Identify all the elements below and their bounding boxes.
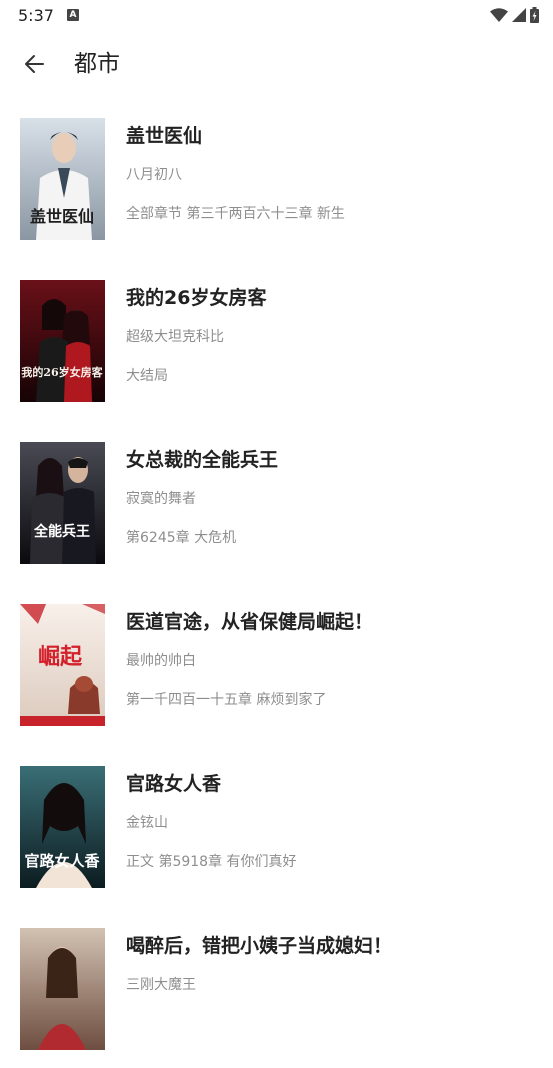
- status-bar: 5:37 A: [0, 0, 553, 32]
- book-author: 寂寞的舞者: [126, 491, 196, 507]
- book-title: 医道官途，从省保健局崛起！: [126, 611, 374, 633]
- book-cover-title: 我的26岁女房客: [21, 365, 103, 379]
- book-list-item[interactable]: 盖世医仙 盖世医仙 八月初八 全部章节 第三千两百六十三章 新生: [0, 96, 553, 258]
- book-list: 盖世医仙 盖世医仙 八月初八 全部章节 第三千两百六十三章 新生 我的26岁女房…: [0, 96, 553, 1068]
- book-cover-title: 崛起: [38, 645, 83, 670]
- book-title: 官路女人香: [126, 773, 222, 795]
- book-latest-chapter: 正文 第5918章 有你们真好: [126, 854, 297, 870]
- book-list-item[interactable]: 崛起 医道官途，从省保健局崛起！ 最帅的帅白 第一千四百一十五章 麻烦到家了: [0, 582, 553, 744]
- cell-signal-icon: [512, 8, 526, 22]
- book-cover-title: 全能兵王: [33, 523, 90, 540]
- book-cover-image: 官路女人香: [20, 766, 105, 888]
- book-cover: 崛起: [20, 604, 105, 726]
- wifi-icon: [490, 8, 508, 22]
- book-cover-image: 崛起: [20, 604, 105, 726]
- book-cover-image: [20, 928, 105, 1050]
- arrow-left-icon: [25, 55, 44, 73]
- book-latest-chapter: 大结局: [126, 368, 168, 384]
- book-cover: 全能兵王: [20, 442, 105, 564]
- book-list-item[interactable]: 喝醉后，错把小姨子当成媳妇！ 三刚大魔王: [0, 906, 553, 1068]
- notification-badge-icon: A: [67, 9, 79, 21]
- battery-icon: [530, 7, 539, 23]
- book-latest-chapter: 第一千四百一十五章 麻烦到家了: [126, 692, 327, 708]
- book-cover-title: 官路女人香: [24, 852, 99, 870]
- book-cover: 盖世医仙: [20, 118, 105, 240]
- page-title: 都市: [74, 51, 120, 77]
- book-latest-chapter: 全部章节 第三千两百六十三章 新生: [126, 206, 345, 222]
- book-cover: 官路女人香: [20, 766, 105, 888]
- book-cover-title: 盖世医仙: [30, 207, 94, 226]
- book-cover: 我的26岁女房客: [20, 280, 105, 402]
- back-button[interactable]: [14, 46, 54, 82]
- book-latest-chapter: 第6245章 大危机: [126, 530, 237, 546]
- book-title: 我的26岁女房客: [126, 287, 267, 309]
- book-title: 盖世医仙: [126, 125, 203, 147]
- book-list-item[interactable]: 全能兵王 女总裁的全能兵王 寂寞的舞者 第6245章 大危机: [0, 420, 553, 582]
- book-list-item[interactable]: 我的26岁女房客 我的26岁女房客 超级大坦克科比 大结局: [0, 258, 553, 420]
- book-author: 三刚大魔王: [126, 977, 196, 993]
- book-title: 喝醉后，错把小姨子当成媳妇！: [126, 935, 393, 957]
- book-title: 女总裁的全能兵王: [126, 449, 279, 471]
- book-cover-image: 全能兵王: [20, 442, 105, 564]
- book-cover-image: 盖世医仙: [20, 118, 105, 240]
- status-time: 5:37: [18, 6, 54, 25]
- book-author: 超级大坦克科比: [126, 329, 224, 345]
- book-cover-image: 我的26岁女房客: [20, 280, 105, 402]
- book-cover: [20, 928, 105, 1050]
- status-icons: [490, 7, 539, 23]
- book-author: 最帅的帅白: [126, 653, 196, 669]
- app-bar: 都市: [0, 32, 553, 96]
- book-author: 八月初八: [126, 167, 182, 183]
- book-author: 金铉山: [126, 815, 168, 831]
- book-list-item[interactable]: 官路女人香 官路女人香 金铉山 正文 第5918章 有你们真好: [0, 744, 553, 906]
